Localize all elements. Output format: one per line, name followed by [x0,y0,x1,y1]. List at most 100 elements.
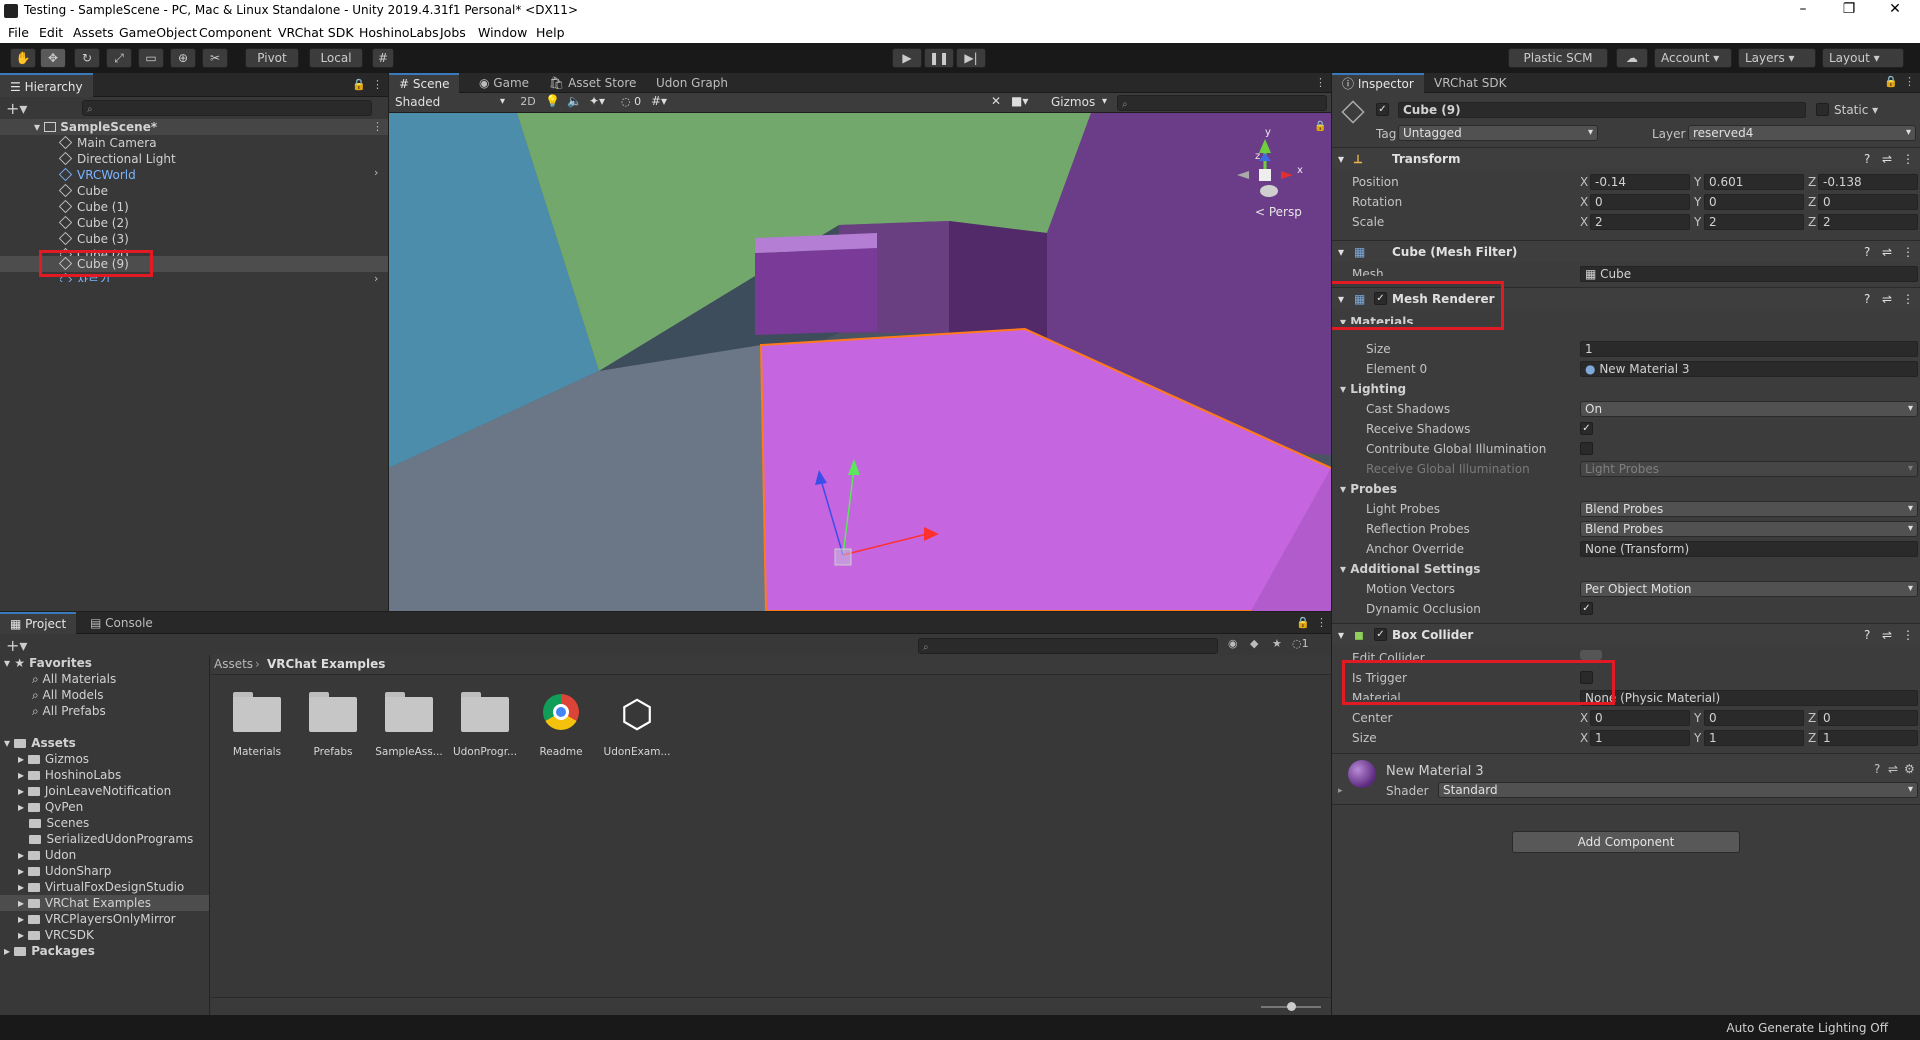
component-menu-icon[interactable]: ⋮ [1902,148,1914,170]
center-y-field[interactable]: 0 [1704,710,1804,726]
menu-help[interactable]: Help [536,25,565,40]
lock-icon[interactable]: 🔒 [1884,75,1898,88]
lock-icon[interactable]: 🔒 [352,78,366,91]
help-icon[interactable]: ? [1864,148,1870,170]
hierarchy-item-cube-2[interactable]: Cube (2) [58,215,129,231]
hidden-objects-toggle[interactable]: ◌ 0 [621,95,641,108]
position-x-field[interactable]: -0.14 [1590,174,1690,190]
favorites-header[interactable]: ▾ ★ Favorites [4,655,92,671]
folder-udonsharp[interactable]: ▸ UdonSharp [18,863,111,879]
tab-inspector[interactable]: ⓘ Inspector [1332,73,1424,93]
rotation-y-field[interactable]: 0 [1704,194,1804,210]
expand-arrow-icon[interactable]: › [374,272,378,285]
maximize-icon[interactable]: ❐ [1826,1,1872,17]
preset-icon[interactable]: ⇌ [1882,288,1892,310]
object-name-field[interactable]: Cube (9) [1398,102,1806,118]
scale-z-field[interactable]: 2 [1818,214,1918,230]
rotate-tool-icon[interactable]: ↻ [74,48,100,68]
lock-icon[interactable]: 🔒 [1296,616,1310,629]
favorite-all-models[interactable]: ⌕ All Models [32,687,104,703]
create-plus-icon[interactable]: +▾ [6,636,27,655]
menu-component[interactable]: Component [199,25,272,40]
asset-materials[interactable]: Materials [222,692,292,758]
scale-tool-icon[interactable]: ⤢ [106,48,132,68]
collider-material-field[interactable]: None (Physic Material) [1580,690,1918,706]
settings-gear-icon[interactable]: ⚙ [1904,762,1915,776]
menu-vrchat-sdk[interactable]: VRChat SDK [278,25,354,40]
box-collider-enabled-checkbox[interactable]: ✓ [1374,628,1387,641]
assets-root[interactable]: ▾ Assets [4,735,76,751]
preset-icon[interactable]: ⇌ [1888,762,1898,776]
local-toggle[interactable]: Local [309,48,363,68]
orientation-gizmo[interactable]: y x z [1219,125,1309,215]
shading-mode-dropdown[interactable]: Shaded [391,95,509,111]
menu-assets[interactable]: Assets [73,25,114,40]
materials-size-field[interactable]: 1 [1580,341,1918,357]
scene-menu-icon[interactable]: ⋮ [1315,76,1326,89]
hidden-packages-toggle[interactable]: ◌1 [1292,637,1309,650]
favorite-all-prefabs[interactable]: ⌕ All Prefabs [32,703,106,719]
preset-icon[interactable]: ⇌ [1882,624,1892,646]
minimize-icon[interactable]: – [1780,1,1826,17]
mesh-field[interactable]: ▦ Cube [1580,266,1918,282]
layout-dropdown[interactable]: Layout ▾ [1822,48,1904,68]
motion-vectors-dropdown[interactable]: Per Object Motion [1580,581,1918,597]
scene-root[interactable]: ▾ SampleScene* [34,119,157,135]
tab-asset-store[interactable]: 🛍 Asset Store [539,73,646,93]
folder-serializedudonprograms[interactable]: SerializedUdonPrograms [18,831,193,847]
center-x-field[interactable]: 0 [1590,710,1690,726]
foldout-arrow-icon[interactable]: ▾ [1338,241,1344,263]
rotation-x-field[interactable]: 0 [1590,194,1690,210]
help-icon[interactable]: ? [1864,241,1870,263]
probes-foldout[interactable]: ▾ Probes [1340,482,1397,496]
zoom-slider-handle[interactable] [1287,1002,1296,1011]
folder-vrchat-examples[interactable]: ▸ VRChat Examples [18,895,151,911]
shader-dropdown[interactable]: Standard [1438,782,1918,798]
material-foldout-icon[interactable]: ▸ [1338,786,1343,796]
cloud-icon[interactable]: ☁ [1616,48,1648,68]
filter-type-icon[interactable]: ◉ [1228,637,1238,650]
scale-x-field[interactable]: 2 [1590,214,1690,230]
hierarchy-item-directional-light[interactable]: Directional Light [58,151,176,167]
hierarchy-item-cube-1[interactable]: Cube (1) [58,199,129,215]
hand-tool-icon[interactable]: ✋ [10,48,36,68]
scale-y-field[interactable]: 2 [1704,214,1804,230]
dynamic-occlusion-checkbox[interactable]: ✓ [1580,602,1593,615]
help-icon[interactable]: ? [1864,288,1870,310]
object-active-checkbox[interactable]: ✓ [1376,103,1389,116]
gizmos-dropdown[interactable]: Gizmos [1047,95,1111,111]
filter-label-icon[interactable]: ◆ [1250,637,1258,650]
asset-prefabs[interactable]: Prefabs [298,692,368,758]
rotation-z-field[interactable]: 0 [1818,194,1918,210]
component-menu-icon[interactable]: ⋮ [1902,288,1914,310]
folder-joinleavenotification[interactable]: ▸ JoinLeaveNotification [18,783,171,799]
preset-icon[interactable]: ⇌ [1882,148,1892,170]
packages-root[interactable]: ▸ Packages [4,943,95,959]
tab-project[interactable]: ▦ Project [0,612,77,634]
tab-hierarchy[interactable]: ☰ Hierarchy [0,73,93,97]
lighting-toggle-icon[interactable]: 💡 [545,94,560,108]
favorite-all-materials[interactable]: ⌕ All Materials [32,671,116,687]
menu-gameobject[interactable]: GameObject [119,25,197,40]
rect-tool-icon[interactable]: ▭ [138,48,164,68]
position-z-field[interactable]: -0.138 [1818,174,1918,190]
receive-shadows-checkbox[interactable]: ✓ [1580,422,1593,435]
effects-dropdown-icon[interactable]: ✦▾ [589,94,605,108]
position-y-field[interactable]: 0.601 [1704,174,1804,190]
menu-hoshinolabs[interactable]: HoshinoLabs [359,25,439,40]
scene-search-input[interactable]: ⌕ [1117,95,1327,111]
create-plus-icon[interactable]: +▾ [6,99,27,118]
project-search-input[interactable]: ⌕ [918,638,1218,654]
menu-jobs[interactable]: Jobs [440,25,466,40]
account-dropdown[interactable]: Account ▾ [1654,48,1732,68]
folder-vrcplayersonlymirror[interactable]: ▸ VRCPlayersOnlyMirror [18,911,176,927]
plastic-scm-button[interactable]: Plastic SCM [1508,48,1608,68]
panel-menu-icon[interactable]: ⋮ [1316,616,1327,629]
hierarchy-item-cube[interactable]: Cube [58,183,108,199]
tab-vrchat-sdk[interactable]: VRChat SDK [1424,73,1517,93]
hierarchy-search-input[interactable]: ⌕ [82,100,372,116]
asset-sampleassets[interactable]: SampleAss... [374,692,444,758]
folder-hoshinolabs[interactable]: ▸ HoshinoLabs [18,767,121,783]
move-tool-icon[interactable]: ✥ [40,48,66,68]
lighting-foldout[interactable]: ▾ Lighting [1340,382,1406,396]
